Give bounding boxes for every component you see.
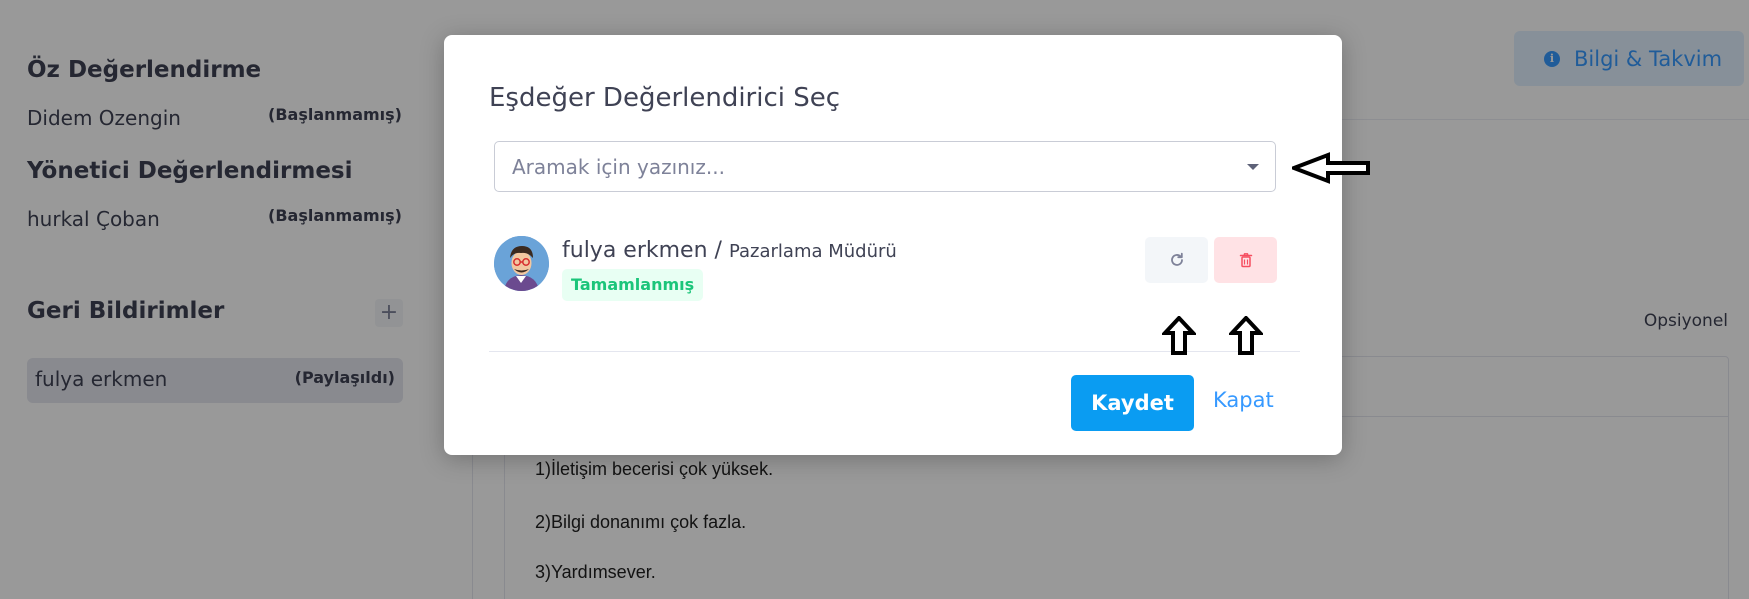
search-placeholder: Aramak için yazınız... — [512, 155, 725, 179]
caret-down-icon — [1247, 164, 1259, 170]
select-peer-evaluator-modal: Eşdeğer Değerlendirici Seç Aramak için y… — [444, 35, 1342, 455]
refresh-button[interactable] — [1145, 237, 1208, 283]
save-button[interactable]: Kaydet — [1071, 375, 1194, 431]
evaluator-separator: / — [714, 238, 722, 263]
modal-title: Eşdeğer Değerlendirici Seç — [489, 83, 841, 113]
annotation-arrow-up-icon — [1162, 316, 1196, 355]
status-badge: Tamamlanmış — [562, 269, 704, 301]
evaluator-name-line: fulya erkmen / Pazarlama Müdürü — [562, 238, 897, 263]
annotation-arrow-left-icon — [1292, 152, 1370, 184]
avatar — [494, 236, 549, 291]
annotation-arrow-up-icon — [1229, 316, 1263, 355]
evaluator-name: fulya erkmen — [562, 238, 708, 263]
evaluator-role: Pazarlama Müdürü — [728, 241, 897, 262]
evaluator-search-select[interactable]: Aramak için yazınız... — [494, 141, 1276, 192]
refresh-icon — [1170, 252, 1183, 266]
close-button[interactable]: Kapat — [1213, 388, 1274, 412]
delete-button[interactable] — [1214, 237, 1277, 283]
trash-icon — [1239, 253, 1252, 268]
